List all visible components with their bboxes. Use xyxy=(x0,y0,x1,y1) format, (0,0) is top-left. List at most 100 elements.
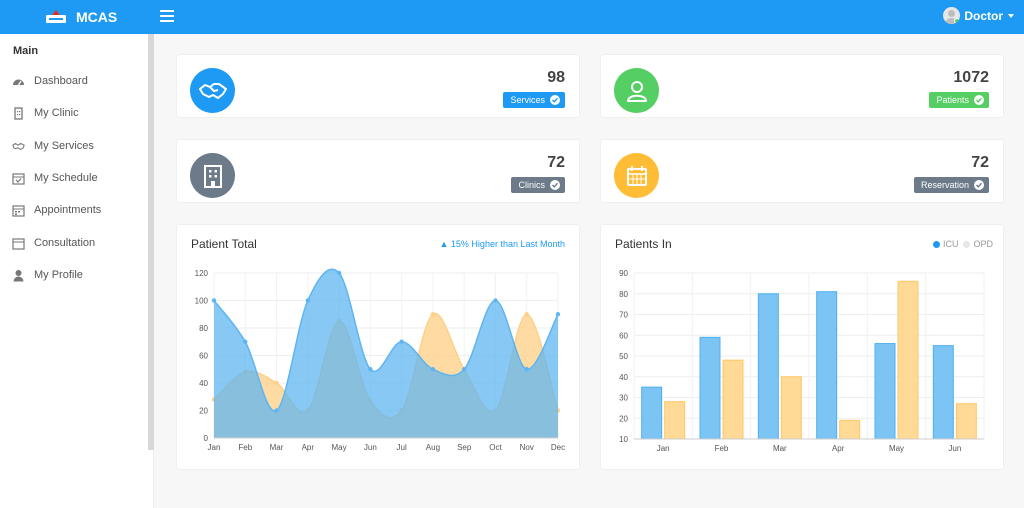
patient-total-chart: 0 20 40 60 80 100 120 Jan Feb Mar Apr May Jun Jul Aug S… xyxy=(195,268,565,452)
patients-in-chart: 10 20 30 40 50 60 70 80 90 Jan Feb Mar Apr May Jun xyxy=(619,269,985,453)
x-tick-label: Mar xyxy=(773,444,787,453)
sidebar-item-label: Dashboard xyxy=(34,75,88,87)
status-badge: Clinics xyxy=(511,177,565,193)
app-name: MCAS xyxy=(76,9,118,25)
sidebar-item-dashboard[interactable]: Dashboard xyxy=(12,73,88,89)
y-tick-label: 90 xyxy=(619,269,628,278)
calendar-icon xyxy=(12,237,25,250)
sidebar-item-consultation[interactable]: Consultation xyxy=(12,235,95,251)
sidebar-item-my-schedule[interactable]: My Schedule xyxy=(12,170,98,186)
data-point xyxy=(274,408,279,413)
user-name: Doctor xyxy=(964,8,1003,23)
y-tick-label: 50 xyxy=(619,352,628,361)
data-point xyxy=(493,298,498,303)
calendar-icon xyxy=(614,153,659,198)
stat-value: 72 xyxy=(547,154,565,171)
sidebar-item-my-clinic[interactable]: My Clinic xyxy=(12,105,79,121)
data-point xyxy=(274,380,279,386)
patients-in-panel: Patients In ICU OPD 10 20 30 40 50 60 70 80 90 Ja… xyxy=(600,224,1004,470)
dashboard-icon xyxy=(12,75,25,88)
data-point xyxy=(243,339,248,344)
stat-card-reservation: 72 Reservation xyxy=(600,139,1004,203)
x-tick-label: Sep xyxy=(457,443,472,452)
bar-opd xyxy=(664,401,686,440)
sidebar-item-my-services[interactable]: My Services xyxy=(12,138,94,154)
x-tick-label: Oct xyxy=(489,443,502,452)
sidebar-section-title: Main xyxy=(13,45,39,57)
user-menu[interactable]: Doctor xyxy=(943,7,1014,24)
sidebar: Main Dashboard My Clinic My Services My … xyxy=(0,34,154,508)
bar-icu xyxy=(757,293,779,440)
x-tick-label: Jun xyxy=(948,444,961,453)
bar-opd xyxy=(722,359,744,440)
bar-opd xyxy=(839,419,861,440)
handshake-icon xyxy=(12,140,25,153)
y-tick-label: 60 xyxy=(619,331,628,340)
hospital-icon xyxy=(190,153,235,198)
sidebar-item-label: My Services xyxy=(34,140,94,152)
sidebar-item-label: Consultation xyxy=(34,237,96,249)
data-point xyxy=(430,312,436,317)
data-point xyxy=(524,367,529,372)
check-icon xyxy=(974,95,984,105)
stat-value: 98 xyxy=(547,69,565,86)
y-tick-label: 40 xyxy=(199,379,208,388)
y-tick-label: 30 xyxy=(619,394,628,403)
sidebar-item-label: My Clinic xyxy=(34,107,79,119)
top-header: MCAS Doctor xyxy=(0,0,1024,34)
status-badge: Reservation xyxy=(913,177,989,193)
sidebar-item-appointments[interactable]: Appointments xyxy=(12,202,101,218)
data-point xyxy=(555,312,561,317)
x-tick-label: Apr xyxy=(832,444,845,453)
bar-opd xyxy=(897,280,919,440)
data-point xyxy=(524,312,529,317)
data-point xyxy=(211,298,217,303)
stat-card-services: 98 Services xyxy=(176,54,580,118)
calendar-check-icon xyxy=(12,172,25,185)
bar-icu xyxy=(699,336,721,440)
stat-card-patients: 1072 Patients xyxy=(600,54,1004,118)
online-status-dot xyxy=(954,18,961,24)
y-tick-label: 120 xyxy=(195,269,209,278)
x-tick-label: Mar xyxy=(270,443,284,452)
x-tick-label: Aug xyxy=(426,443,440,452)
y-tick-label: 20 xyxy=(199,407,208,416)
x-tick-label: Jan xyxy=(657,444,670,453)
y-tick-label: 20 xyxy=(619,414,628,423)
badge-label: Clinics xyxy=(518,180,545,190)
data-point xyxy=(430,367,436,372)
avatar xyxy=(943,7,961,24)
check-icon xyxy=(974,180,984,190)
y-tick-label: 80 xyxy=(199,324,208,333)
status-badge: Services xyxy=(503,92,565,108)
sidebar-scrollbar[interactable] xyxy=(148,34,154,450)
sidebar-item-label: My Schedule xyxy=(34,172,98,184)
data-point xyxy=(399,339,404,344)
caret-down-icon xyxy=(1008,13,1014,18)
data-point xyxy=(305,298,311,303)
bar-opd xyxy=(955,403,977,440)
sidebar-item-label: My Profile xyxy=(34,269,83,281)
stat-card-clinics: 72 Clinics xyxy=(176,139,580,203)
bar-icu xyxy=(816,291,838,440)
y-tick-label: 60 xyxy=(199,352,208,361)
logo-icon xyxy=(46,10,66,23)
check-icon xyxy=(550,180,560,190)
user-icon xyxy=(614,68,659,113)
x-tick-label: Apr xyxy=(302,443,315,452)
clinic-icon xyxy=(12,106,25,120)
x-tick-label: Nov xyxy=(520,443,534,452)
bar-icu xyxy=(932,345,954,440)
y-tick-label: 40 xyxy=(619,373,628,382)
calendar-icon xyxy=(12,204,25,217)
y-tick-label: 0 xyxy=(204,434,209,443)
app-logo[interactable]: MCAS xyxy=(44,8,117,26)
badge-label: Services xyxy=(510,95,545,105)
menu-toggle-icon[interactable] xyxy=(160,10,174,22)
data-point xyxy=(461,367,467,372)
sidebar-item-my-profile[interactable]: My Profile xyxy=(12,267,83,283)
x-tick-label: Jul xyxy=(397,443,407,452)
x-tick-label: May xyxy=(332,443,347,452)
handshake-icon xyxy=(190,68,235,113)
bar-icu xyxy=(641,386,663,440)
